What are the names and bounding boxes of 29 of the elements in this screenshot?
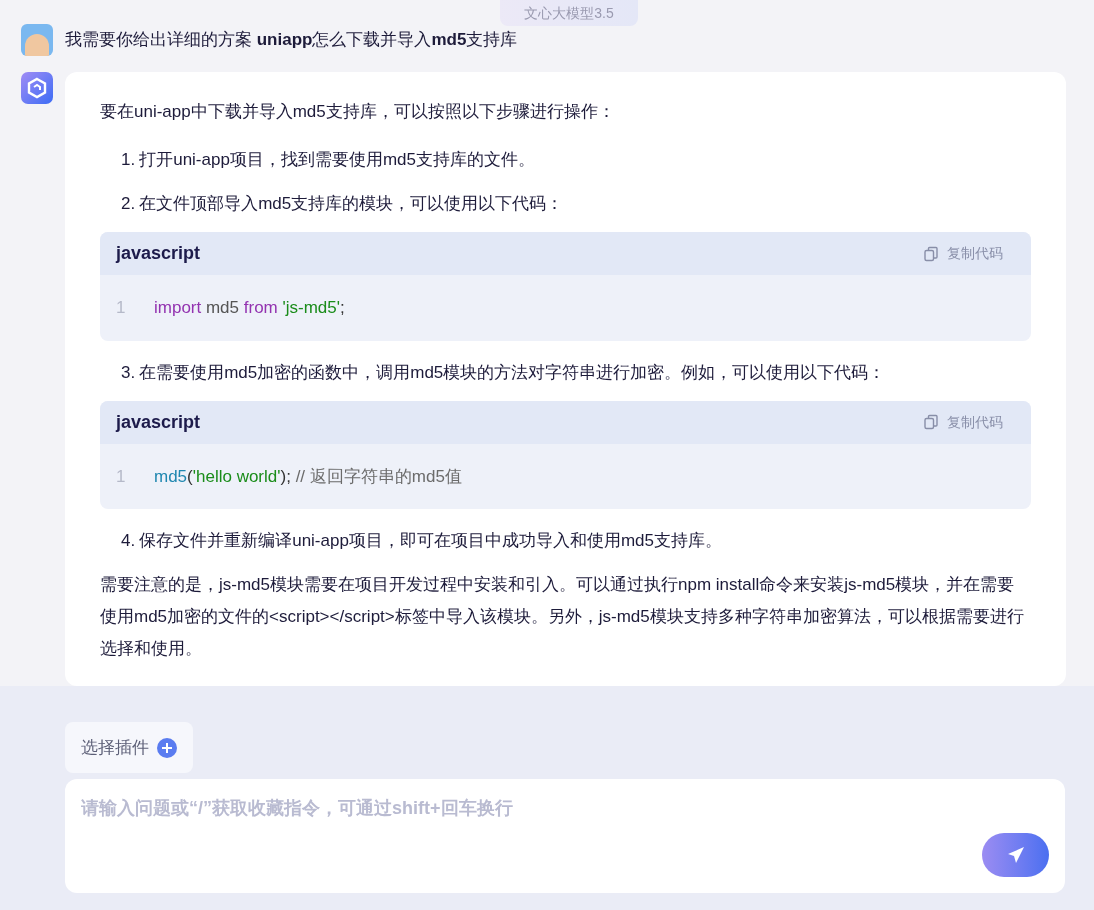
- list-number: 4.: [121, 530, 136, 552]
- line-number: 1: [116, 297, 127, 319]
- plus-icon: [157, 737, 177, 758]
- user-message: 我需要你给出详细的方案 uniapp怎么下载并导入md5支持库: [65, 29, 518, 52]
- copy-icon: [923, 245, 939, 262]
- copy-code-button[interactable]: 复制代码: [923, 411, 1003, 433]
- message-input[interactable]: 请输入问题或“/”获取收藏指令，可通过shift+回车换行: [81, 795, 1049, 822]
- copy-code-button[interactable]: 复制代码: [923, 243, 1003, 264]
- line-number: 1: [116, 465, 127, 488]
- copy-icon: [923, 414, 939, 430]
- list-number: 2.: [121, 193, 136, 215]
- model-badge[interactable]: 文心大模型3.5: [500, 0, 638, 26]
- list-item-text: 在需要使用md5加密的函数中，调用md5模块的方法对字符串进行加密。例如，可以使用以下代码：: [139, 361, 886, 384]
- code-line: import md5 from 'js-md5';: [154, 297, 345, 319]
- answer-paragraph: 要在uni-app中下载并导入md5支持库，可以按照以下步骤进行操作：: [100, 101, 616, 123]
- answer-paragraph: 需要注意的是，js-md5模块需要在项目开发过程中安装和引入。可以通过执行npm install命令来安装js-md5模块，并在需要使用md5加密的文件的<script></script>标签中导入该模块。另外，js-md5模块支持多种字符串加密算法，可以根据需要进行选择和使用。: [100, 574, 1025, 660]
- avatar-icon: [21, 24, 53, 56]
- list-number: 1.: [121, 149, 136, 171]
- code-language: javascript: [116, 242, 201, 265]
- plugin-button[interactable]: 选择插件: [65, 722, 193, 773]
- code-language: javascript: [116, 410, 201, 434]
- list-item-text: 保存文件并重新编译uni-app项目，即可在项目中成功导入和使用md5支持库。: [139, 530, 722, 552]
- send-button[interactable]: [982, 833, 1049, 877]
- list-item-text: 在文件顶部导入md5支持库的模块，可以使用以下代码：: [139, 193, 564, 215]
- bot-logo-icon: [21, 72, 53, 104]
- code-line: md5('hello world'); // 返回字符串的md5值: [154, 465, 462, 488]
- list-number: 3.: [121, 361, 136, 384]
- list-item-text: 打开uni-app项目，找到需要使用md5支持库的文件。: [139, 149, 535, 171]
- chat-input[interactable]: 请输入问题或“/”获取收藏指令，可通过shift+回车换行: [65, 779, 1065, 893]
